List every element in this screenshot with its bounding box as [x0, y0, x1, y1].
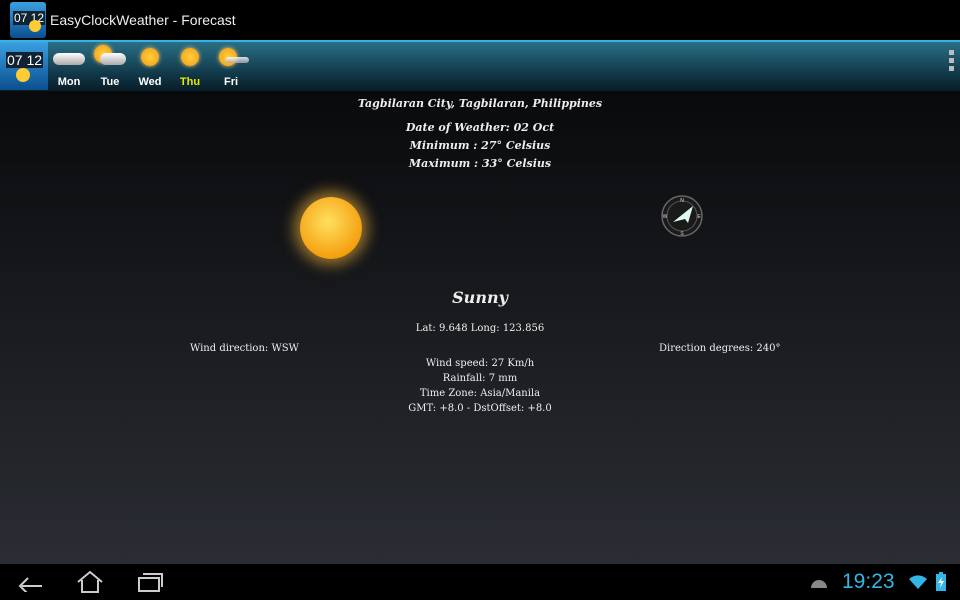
compass-icon: N E S W [661, 195, 703, 237]
day-tab-tue[interactable]: Tue [90, 44, 130, 88]
sunny-icon [300, 197, 362, 259]
direction-degrees: Direction degrees: 240° [659, 343, 781, 354]
day-tab-fri[interactable]: Fri [211, 44, 251, 88]
svg-text:N: N [680, 198, 684, 204]
svg-text:W: W [663, 214, 668, 220]
home-icon[interactable] [75, 570, 105, 594]
partly-cloudy-icon [90, 44, 130, 70]
weather-date: Date of Weather: 02 Oct [405, 121, 555, 134]
title-bar: 07 12 EasyClockWeather - Forecast [0, 0, 960, 40]
wind-speed: Wind speed: 27 Km/h [425, 358, 535, 369]
condition: Sunny [452, 288, 508, 307]
day-tab-thu[interactable]: Thu [170, 44, 210, 88]
sun-haze-icon [211, 44, 251, 70]
location: Tagbilaran City, Tagbilaran, Philippines [357, 97, 603, 110]
lat-long: Lat: 9.648 Long: 123.856 [415, 323, 545, 334]
forecast-toolbar: 07 12 Mon Tue Wed Thu Fri [0, 40, 960, 91]
forecast-panel: Tagbilaran City, Tagbilaran, Philippines… [0, 91, 960, 564]
system-nav-bar: 19:23 [0, 564, 960, 600]
overflow-menu-icon[interactable] [949, 50, 954, 74]
wifi-icon [909, 575, 927, 589]
status-clock: 19:23 [842, 570, 895, 593]
app-icon[interactable]: 07 12 [10, 2, 46, 38]
sun-icon [130, 44, 170, 70]
world-clock-icon[interactable]: 07 12 [0, 42, 48, 90]
app-title: EasyClockWeather - Forecast [50, 12, 236, 28]
rainfall: Rainfall: 7 mm [442, 373, 518, 384]
cloudy-icon [49, 44, 89, 70]
wind-direction: Wind direction: WSW [190, 343, 299, 354]
day-tab-wed[interactable]: Wed [130, 44, 170, 88]
back-icon[interactable] [16, 572, 44, 592]
day-tab-mon[interactable]: Mon [49, 44, 89, 88]
android-debug-icon [811, 580, 827, 588]
battery-charging-icon [936, 572, 946, 591]
min-temp: Minimum : 27° Celsius [409, 139, 551, 152]
sun-icon [170, 44, 210, 70]
recent-apps-icon[interactable] [136, 571, 164, 593]
max-temp: Maximum : 33° Celsius [408, 157, 552, 170]
gmt-offset: GMT: +8.0 - DstOffset: +8.0 [408, 403, 552, 414]
timezone: Time Zone: Asia/Manila [419, 388, 541, 399]
